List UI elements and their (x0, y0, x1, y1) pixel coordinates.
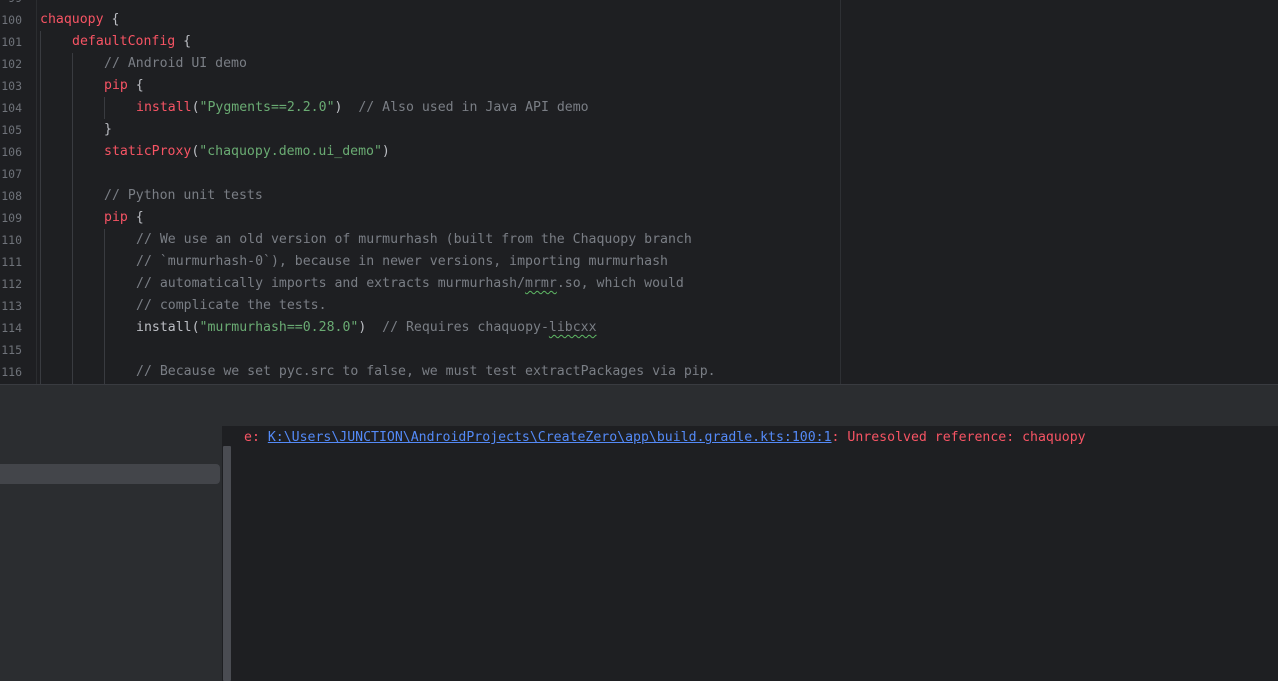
keyword-token: pip (104, 210, 128, 225)
code-line-109[interactable]: pip { (104, 207, 144, 229)
keyword-token: pip (104, 78, 128, 93)
error-file-link[interactable]: K:\Users\JUNCTION\AndroidProjects\Create… (268, 430, 832, 445)
line-number: 106 (1, 145, 22, 159)
code-line-108[interactable]: // Python unit tests (104, 185, 263, 207)
brace-token: } (104, 122, 112, 137)
comment-token: .so, which would (556, 276, 684, 291)
line-number: 108 (1, 189, 22, 203)
comment-token: // Android UI demo (104, 56, 247, 71)
line-number: 104 (1, 101, 22, 115)
brace-token: { (103, 12, 120, 27)
typo-token: mrmr (525, 276, 557, 291)
indent-guide (104, 229, 105, 384)
line-number: 111 (1, 255, 22, 269)
code-line-113[interactable]: // complicate the tests. (136, 295, 327, 317)
comment-token: // complicate the tests. (136, 298, 327, 313)
paren-token: ( (191, 100, 200, 115)
tree-scrollbar[interactable] (222, 426, 232, 681)
comment-token: // Requires chaquopy- (366, 320, 549, 335)
code-line-104[interactable]: install("Pygments==2.2.0") // Also used … (136, 97, 589, 119)
code-line-102[interactable]: // Android UI demo (104, 53, 247, 75)
line-number: 114 (1, 321, 22, 335)
function-token: install (136, 100, 192, 115)
comment-token: // Because we set pyc.src to false, we m… (136, 364, 716, 379)
line-number: 112 (1, 277, 22, 291)
code-line-112[interactable]: // automatically imports and extracts mu… (136, 273, 684, 295)
paren-token: ( (191, 320, 200, 335)
code-line-103[interactable]: pip { (104, 75, 144, 97)
build-tree-panel[interactable] (0, 426, 222, 681)
error-message: : Unresolved reference: chaquopy (831, 430, 1086, 445)
typo-token: libcxx (548, 320, 597, 335)
indent-guide (72, 53, 73, 384)
code-line-114[interactable]: install("murmurhash==0.28.0") // Require… (136, 317, 597, 339)
string-token: "Pygments==2.2.0" (199, 100, 335, 115)
indent-guide (104, 97, 105, 119)
line-number: 107 (1, 167, 22, 181)
build-error-line: e: K:\Users\JUNCTION\AndroidProjects\Cre… (244, 428, 1086, 448)
function-token: install (136, 320, 192, 335)
right-margin-guide (840, 0, 841, 384)
error-prefix: e: (244, 430, 268, 445)
line-number: 105 (1, 123, 22, 137)
tool-window-header (0, 384, 1278, 427)
string-token: "chaquopy.demo.ui_demo" (199, 144, 382, 159)
scrollbar-thumb[interactable] (223, 446, 231, 681)
line-number: 116 (1, 365, 22, 379)
line-number: 102 (1, 57, 22, 71)
build-output-console[interactable]: e: K:\Users\JUNCTION\AndroidProjects\Cre… (232, 426, 1278, 681)
brace-token: { (127, 78, 144, 93)
line-number: 113 (1, 299, 22, 313)
code-line-111[interactable]: // `murmurhash-0`), because in newer ver… (136, 251, 668, 273)
comment-token: // Also used in Java API demo (342, 100, 589, 115)
build-tree-selected-row[interactable] (0, 464, 220, 484)
comment-token: // Python unit tests (104, 188, 263, 203)
comment-token: // We use an old version of murmurhash (… (136, 232, 692, 247)
keyword-token: chaquopy (40, 12, 104, 27)
line-number: 103 (1, 79, 22, 93)
code-line-101[interactable]: defaultConfig { (72, 31, 191, 53)
string-token: "murmurhash==0.28.0" (199, 320, 359, 335)
paren-token: ) (381, 144, 390, 159)
comment-token: // `murmurhash-0`), because in newer ver… (136, 254, 668, 269)
keyword-token: defaultConfig (72, 34, 176, 49)
line-number: 110 (1, 233, 22, 247)
comment-token: // automatically imports and extracts mu… (136, 276, 526, 291)
line-number: 101 (1, 35, 22, 49)
code-line-110[interactable]: // We use an old version of murmurhash (… (136, 229, 692, 251)
code-editor[interactable]: 99 100 101 102 103 104 105 106 107 108 1… (0, 0, 1278, 384)
code-line-105[interactable]: } (104, 119, 112, 141)
code-line-106[interactable]: staticProxy("chaquopy.demo.ui_demo") (104, 141, 390, 163)
function-token: staticProxy (104, 144, 192, 159)
code-line-116[interactable]: // Because we set pyc.src to false, we m… (136, 361, 716, 383)
brace-token: { (127, 210, 144, 225)
code-line-100[interactable]: chaquopy { (40, 9, 119, 31)
line-number-gutter: 99 100 101 102 103 104 105 106 107 108 1… (0, 0, 37, 384)
line-number: 100 (1, 13, 22, 27)
line-number: 99 (0, 0, 22, 9)
brace-token: { (175, 34, 192, 49)
line-number: 115 (1, 343, 22, 357)
line-number: 109 (1, 211, 22, 225)
indent-guide (40, 31, 41, 384)
